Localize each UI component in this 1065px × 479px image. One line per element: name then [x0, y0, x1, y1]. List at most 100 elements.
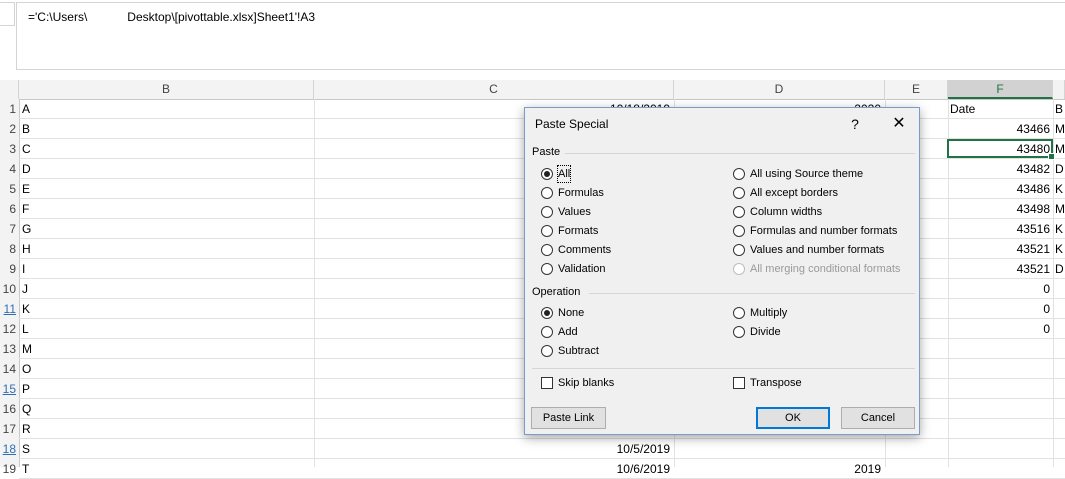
cell-d[interactable] — [676, 439, 881, 459]
cell-g[interactable]: M — [1055, 199, 1065, 219]
cell-b[interactable]: S — [22, 439, 312, 459]
cell-g[interactable] — [1055, 419, 1065, 439]
radio-button[interactable] — [733, 187, 745, 199]
formula-bar-expand-handle[interactable] — [0, 2, 15, 26]
radio-button[interactable] — [541, 225, 553, 237]
checkbox-box[interactable] — [541, 377, 553, 389]
column-header-g[interactable] — [1053, 80, 1065, 99]
column-header-c[interactable]: C — [314, 80, 674, 99]
cell-g[interactable]: D — [1055, 159, 1065, 179]
cell-c[interactable]: 10/6/2019 — [316, 459, 670, 479]
column-header-e[interactable]: E — [885, 80, 948, 99]
cell-b[interactable]: P — [22, 379, 312, 399]
cell-b[interactable]: I — [22, 259, 312, 279]
help-icon[interactable]: ? — [847, 114, 863, 134]
cell-g[interactable]: M — [1055, 139, 1065, 159]
radio-button[interactable] — [733, 307, 745, 319]
cell-f[interactable] — [950, 339, 1050, 359]
row-header[interactable]: 2 — [0, 119, 18, 139]
row-header[interactable]: 17 — [0, 419, 18, 439]
cell-f[interactable] — [950, 379, 1050, 399]
radio-button[interactable] — [733, 326, 745, 338]
cell-b[interactable]: H — [22, 239, 312, 259]
cell-g[interactable] — [1055, 279, 1065, 299]
radio-button[interactable] — [541, 187, 553, 199]
row-header[interactable]: 12 — [0, 319, 18, 339]
cell-g[interactable] — [1055, 399, 1065, 419]
cell-b[interactable]: E — [22, 179, 312, 199]
cell-b[interactable]: J — [22, 279, 312, 299]
row-header[interactable]: 8 — [0, 239, 18, 259]
cell-g[interactable] — [1055, 379, 1065, 399]
cancel-button[interactable]: Cancel — [841, 407, 915, 429]
row-header[interactable]: 10 — [0, 279, 18, 299]
row-header[interactable]: 18 — [0, 439, 18, 459]
cell-b[interactable]: F — [22, 199, 312, 219]
radio-button[interactable] — [541, 263, 553, 275]
cell-f[interactable]: 43516 — [950, 219, 1050, 239]
cell-b[interactable]: O — [22, 359, 312, 379]
row-header[interactable]: 4 — [0, 159, 18, 179]
cell-b[interactable]: R — [22, 419, 312, 439]
radio-button[interactable] — [541, 345, 553, 357]
cell-f[interactable] — [950, 399, 1050, 419]
row-header[interactable]: 3 — [0, 139, 18, 159]
cell-g[interactable]: M — [1055, 119, 1065, 139]
close-icon[interactable]: ✕ — [889, 114, 909, 134]
cell-d[interactable]: 2019 — [676, 459, 881, 479]
radio-button[interactable] — [541, 244, 553, 256]
cell-g[interactable] — [1055, 319, 1065, 339]
cell-f[interactable] — [950, 439, 1050, 459]
radio-button[interactable] — [733, 225, 745, 237]
active-cell-f3[interactable] — [947, 139, 1055, 160]
radio-button[interactable] — [541, 307, 553, 319]
radio-button[interactable] — [733, 168, 745, 180]
column-header-d[interactable]: D — [674, 80, 885, 99]
row-header[interactable]: 11 — [0, 299, 18, 319]
cell-f[interactable]: 43486 — [950, 179, 1050, 199]
cell-f[interactable] — [950, 419, 1050, 439]
column-header-f[interactable]: F — [948, 80, 1053, 99]
row-header[interactable]: 1 — [0, 99, 18, 119]
cell-f[interactable] — [950, 359, 1050, 379]
cell-b[interactable]: T — [22, 459, 312, 479]
cell-b[interactable]: Q — [22, 399, 312, 419]
cell-g[interactable]: K — [1055, 219, 1065, 239]
cell-g[interactable] — [1055, 299, 1065, 319]
cell-f[interactable]: 0 — [950, 279, 1050, 299]
row-header[interactable]: 14 — [0, 359, 18, 379]
row-header[interactable]: 7 — [0, 219, 18, 239]
cell-f[interactable]: 43498 — [950, 199, 1050, 219]
cell-g[interactable]: K — [1055, 179, 1065, 199]
cell-b[interactable]: A — [22, 99, 312, 119]
row-header[interactable]: 19 — [0, 459, 18, 479]
cell-b[interactable]: L — [22, 319, 312, 339]
row-header[interactable]: 13 — [0, 339, 18, 359]
paste-link-button[interactable]: Paste Link — [531, 407, 606, 429]
cell-f[interactable]: 0 — [950, 319, 1050, 339]
cell-g[interactable] — [1055, 339, 1065, 359]
cell-g[interactable] — [1055, 359, 1065, 379]
cell-b[interactable]: D — [22, 159, 312, 179]
cell-f[interactable]: Date — [950, 99, 1050, 119]
cell-f[interactable]: 43521 — [950, 239, 1050, 259]
row-header[interactable]: 9 — [0, 259, 18, 279]
cell-b[interactable]: G — [22, 219, 312, 239]
cell-f[interactable]: 43482 — [950, 159, 1050, 179]
select-all-corner[interactable] — [0, 80, 19, 99]
column-header-b[interactable]: B — [19, 80, 314, 99]
cell-b[interactable]: M — [22, 339, 312, 359]
radio-button[interactable] — [541, 206, 553, 218]
row-header[interactable]: 16 — [0, 399, 18, 419]
cell-f[interactable]: 43521 — [950, 259, 1050, 279]
cell-g[interactable]: K — [1055, 239, 1065, 259]
cell-c[interactable]: 10/5/2019 — [316, 439, 670, 459]
cell-b[interactable]: C — [22, 139, 312, 159]
cell-g[interactable] — [1055, 459, 1065, 479]
cell-b[interactable]: B — [22, 119, 312, 139]
cell-g[interactable]: D — [1055, 259, 1065, 279]
cell-g[interactable]: B — [1055, 99, 1065, 119]
row-header[interactable]: 6 — [0, 199, 18, 219]
cell-f[interactable]: 43466 — [950, 119, 1050, 139]
ok-button[interactable]: OK — [756, 407, 830, 429]
